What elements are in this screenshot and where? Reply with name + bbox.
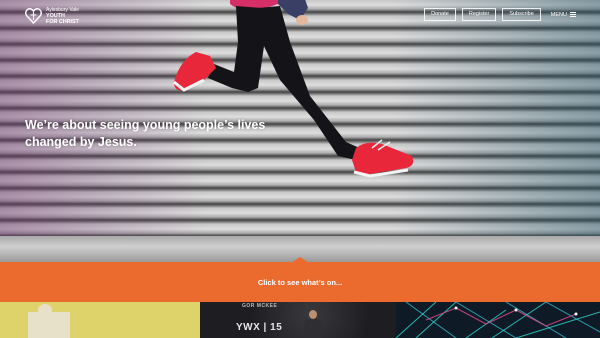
laser-lights-image xyxy=(396,302,600,338)
site-logo[interactable]: Aylesbury Vale YOUTH FOR CHRIST xyxy=(25,7,79,25)
whats-on-cta-bar[interactable]: Click to see what’s on... xyxy=(0,262,600,302)
register-button[interactable]: Register xyxy=(461,8,497,21)
whats-on-link[interactable]: Click to see what’s on... xyxy=(258,278,342,287)
jumping-person-image xyxy=(173,0,414,178)
hero-headline: We’re about seeing young people’s lives … xyxy=(25,118,266,149)
page: Aylesbury Vale YOUTH FOR CHRIST Donate R… xyxy=(0,0,600,338)
hero-banner: Aylesbury Vale YOUTH FOR CHRIST Donate R… xyxy=(0,0,600,262)
tile-2-brand-text: YWX | 15 xyxy=(236,322,283,333)
tile-2-name-text: GOR MCKEE xyxy=(242,303,278,309)
donate-button[interactable]: Donate xyxy=(424,8,456,21)
event-tiles: GOR MCKEE YWX | 15 xyxy=(0,302,600,338)
event-tile-1[interactable] xyxy=(0,302,200,338)
puzzle-piece-image xyxy=(28,304,70,338)
logo-line-3: FOR CHRIST xyxy=(46,19,79,25)
hamburger-menu-icon xyxy=(570,12,576,17)
subscribe-button[interactable]: Subscribe xyxy=(502,8,541,21)
stage-light xyxy=(200,302,396,338)
top-nav: Donate Register Subscribe MENU xyxy=(424,8,576,21)
logo-text: Aylesbury Vale YOUTH FOR CHRIST xyxy=(46,7,79,25)
speaker-image xyxy=(304,310,322,338)
event-tile-2[interactable]: GOR MCKEE YWX | 15 xyxy=(200,302,396,338)
event-tile-3[interactable] xyxy=(396,302,600,338)
menu-label: MENU xyxy=(550,11,567,18)
heart-logo-icon xyxy=(25,8,42,24)
menu-button[interactable]: MENU xyxy=(551,12,576,18)
